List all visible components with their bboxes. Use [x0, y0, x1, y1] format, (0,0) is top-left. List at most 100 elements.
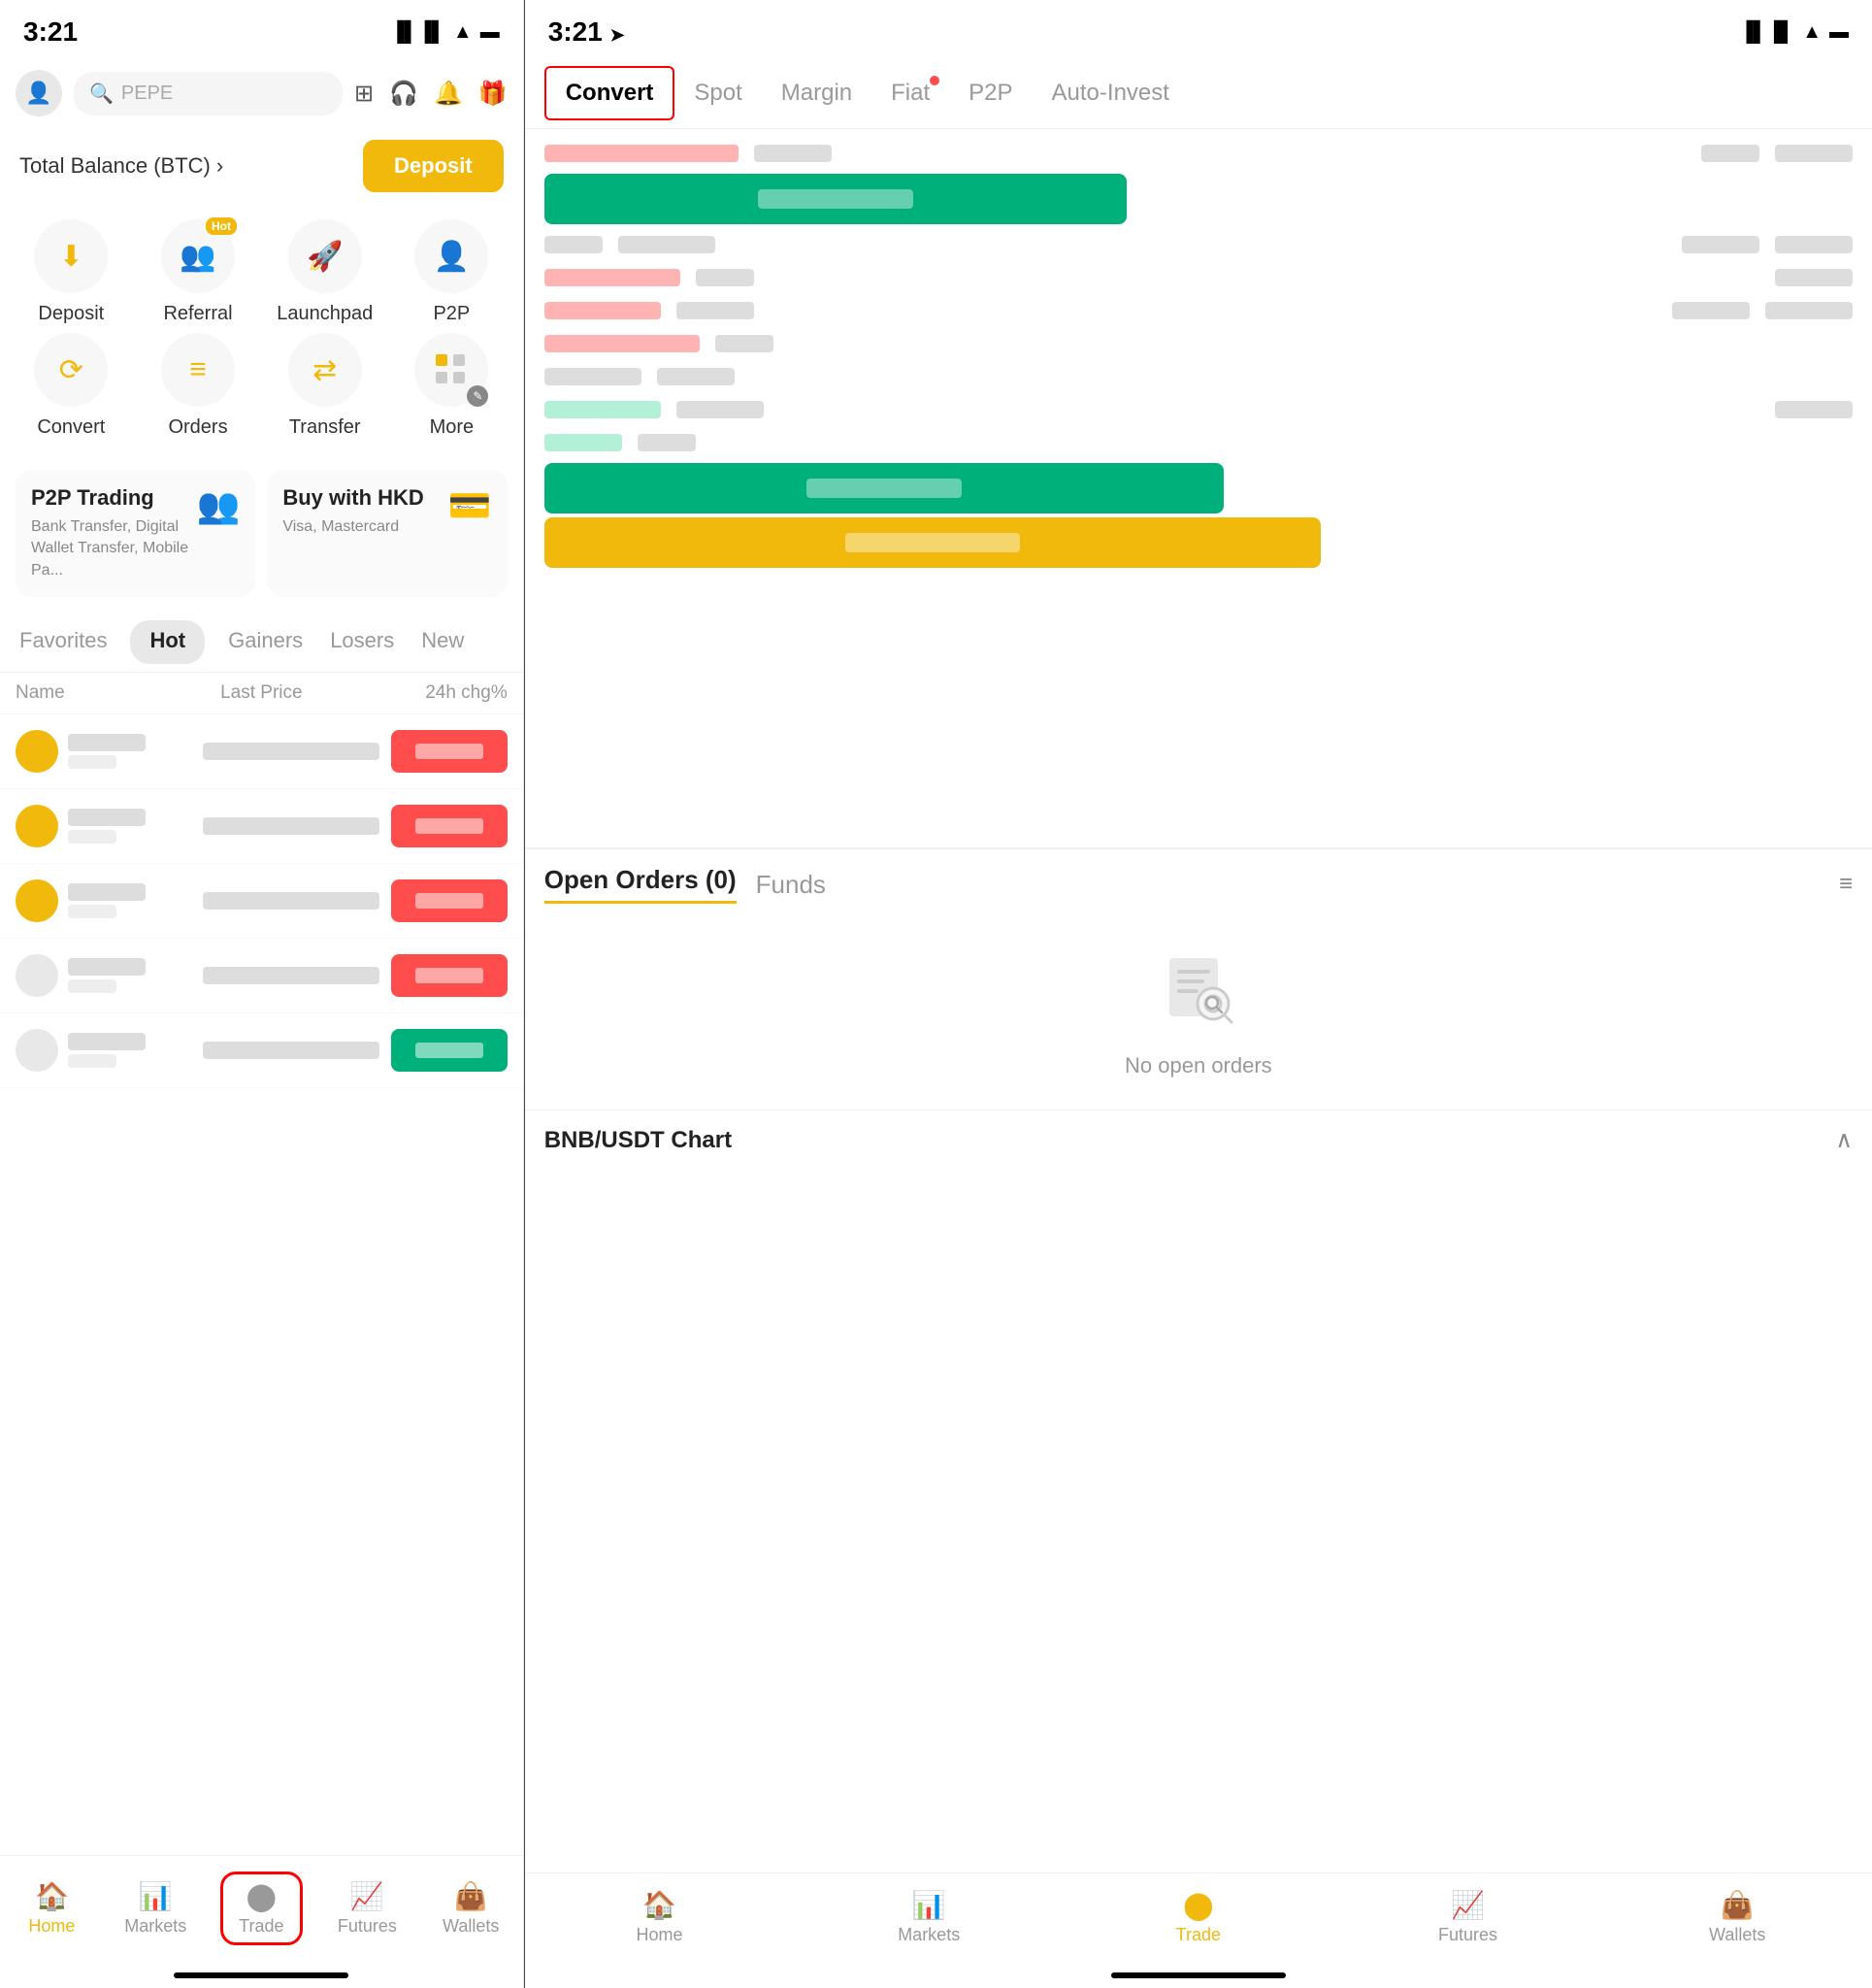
- left-panel: 3:21 ▐▌▐▌ ▲ ▬ 👤 🔍 PEPE ⊞ 🎧 🔔 🎁 Total Bal…: [0, 0, 524, 1988]
- open-orders-section: Open Orders (0) Funds ≡: [525, 847, 1872, 919]
- p2p-banner[interactable]: P2P Trading Bank Transfer, Digital Walle…: [16, 470, 255, 597]
- tab-convert[interactable]: Convert: [544, 66, 675, 120]
- chevron-up-icon: ∧: [1835, 1126, 1853, 1154]
- ob-row: [525, 393, 1872, 426]
- bell-icon[interactable]: 🔔: [434, 80, 463, 108]
- coin-name-blur: [68, 1033, 146, 1050]
- price-blur: [203, 817, 378, 835]
- tab-gainers[interactable]: Gainers: [224, 620, 307, 664]
- nav-trade[interactable]: ⬤ Trade: [220, 1872, 302, 1945]
- trade-tabs: Convert Spot Margin Fiat P2P Auto-Invest: [525, 58, 1872, 129]
- action-label-convert: Convert: [37, 416, 105, 439]
- nav-trade-right[interactable]: ⬤ Trade: [1160, 1889, 1237, 1945]
- nav-home-right[interactable]: 🏠 Home: [621, 1889, 699, 1945]
- action-label-more: More: [430, 416, 475, 439]
- avatar[interactable]: 👤: [16, 70, 62, 116]
- open-orders-tab[interactable]: Open Orders (0): [544, 865, 737, 904]
- table-row[interactable]: [0, 864, 523, 939]
- gift-icon[interactable]: 🎁: [478, 80, 508, 108]
- signal-icon-right: ▐▌▐▌: [1740, 21, 1795, 44]
- table-row[interactable]: [0, 714, 523, 789]
- orders-icon: ≡: [189, 353, 207, 386]
- deposit-button[interactable]: Deposit: [363, 140, 504, 192]
- action-transfer[interactable]: ⇄ Transfer: [265, 333, 384, 439]
- tab-auto-invest[interactable]: Auto-Invest: [1033, 68, 1189, 118]
- action-icon-convert: ⟳: [34, 333, 108, 407]
- grid-icon[interactable]: ⊞: [354, 80, 374, 108]
- action-more[interactable]: ✎ More: [392, 333, 511, 439]
- tab-fiat[interactable]: Fiat: [871, 68, 949, 118]
- price-blur: [203, 1042, 378, 1059]
- nav-markets-right[interactable]: 📊 Markets: [890, 1889, 968, 1945]
- ob-row: [525, 261, 1872, 294]
- trade-icon: ⬤: [246, 1880, 277, 1912]
- action-icon-more: ✎: [414, 333, 488, 407]
- transfer-icon: ⇄: [312, 353, 337, 387]
- nav-markets[interactable]: 📊 Markets: [116, 1880, 194, 1937]
- yellow-bar: [544, 517, 1321, 568]
- tab-losers[interactable]: Losers: [326, 620, 398, 664]
- coin-name-blur: [68, 734, 146, 751]
- funds-tab[interactable]: Funds: [756, 870, 826, 900]
- nav-home-label-right: Home: [637, 1925, 683, 1945]
- action-launchpad[interactable]: 🚀 Launchpad: [265, 219, 384, 325]
- top-icons: ⊞ 🎧 🔔 🎁: [354, 80, 508, 108]
- search-row: 👤 🔍 PEPE ⊞ 🎧 🔔 🎁: [0, 58, 523, 128]
- nav-futures-right[interactable]: 📈 Futures: [1429, 1889, 1507, 1945]
- nav-home[interactable]: 🏠 Home: [13, 1880, 90, 1937]
- col-change: 24h chg%: [344, 682, 508, 704]
- ob-row: [525, 327, 1872, 360]
- change-badge-positive: [391, 1029, 508, 1072]
- headset-icon[interactable]: 🎧: [389, 80, 418, 108]
- status-bar-left: 3:21 ▐▌▐▌ ▲ ▬: [0, 0, 523, 58]
- tab-new[interactable]: New: [417, 620, 468, 664]
- market-table-header: Name Last Price 24h chg%: [0, 673, 523, 714]
- home-icon-right: 🏠: [642, 1889, 676, 1921]
- table-row[interactable]: [0, 939, 523, 1013]
- p2p-banner-text: P2P Trading Bank Transfer, Digital Walle…: [31, 485, 197, 581]
- coin-icon: [16, 805, 58, 847]
- tab-favorites[interactable]: Favorites: [16, 620, 111, 664]
- change-badge-negative: [391, 954, 508, 997]
- nav-trade-label: Trade: [239, 1916, 283, 1937]
- hkd-banner[interactable]: Buy with HKD Visa, Mastercard 💳: [267, 470, 507, 597]
- ob-row: [525, 426, 1872, 459]
- action-referral[interactable]: 👥 Hot Referral: [139, 219, 258, 325]
- p2p-banner-subtitle: Bank Transfer, Digital Wallet Transfer, …: [31, 516, 197, 581]
- tab-p2p[interactable]: P2P: [949, 68, 1032, 118]
- bottom-nav-right: 🏠 Home 📊 Markets ⬤ Trade 📈 Futures 👜 Wal…: [525, 1872, 1872, 1972]
- action-icon-referral: 👥 Hot: [161, 219, 235, 293]
- green-buy-bar-2: [544, 463, 1224, 514]
- tab-hot[interactable]: Hot: [130, 620, 205, 664]
- search-input[interactable]: PEPE: [121, 83, 173, 105]
- table-row[interactable]: [0, 789, 523, 864]
- orders-list-icon[interactable]: ≡: [1839, 871, 1853, 898]
- action-p2p[interactable]: 👤 P2P: [392, 219, 511, 325]
- coin-sub-blur: [68, 905, 116, 918]
- coin-info: [16, 954, 191, 997]
- futures-icon: 📈: [350, 1880, 384, 1912]
- chart-section[interactable]: BNB/USDT Chart ∧: [525, 1110, 1872, 1170]
- ob-row: [525, 294, 1872, 327]
- table-row[interactable]: [0, 1013, 523, 1088]
- coin-icon: [16, 1029, 58, 1072]
- action-icon-transfer: ⇄: [288, 333, 362, 407]
- status-icons-right: ▐▌▐▌ ▲ ▬: [1740, 21, 1849, 44]
- open-orders-header: Open Orders (0) Funds ≡: [544, 865, 1853, 904]
- action-deposit[interactable]: ⬇ Deposit: [12, 219, 131, 325]
- action-orders[interactable]: ≡ Orders: [139, 333, 258, 439]
- bottom-nav-left: 🏠 Home 📊 Markets ⬤ Trade 📈 Futures 👜 Wal…: [0, 1855, 523, 1972]
- home-icon: 🏠: [35, 1880, 69, 1912]
- coin-info: [16, 805, 191, 847]
- nav-futures[interactable]: 📈 Futures: [328, 1880, 406, 1937]
- green-buy-bar: [544, 174, 1127, 224]
- futures-icon-right: 📈: [1451, 1889, 1485, 1921]
- p2p-icon: 👤: [434, 240, 470, 274]
- action-convert[interactable]: ⟳ Convert: [12, 333, 131, 439]
- nav-wallets[interactable]: 👜 Wallets: [432, 1880, 509, 1937]
- tab-spot[interactable]: Spot: [674, 68, 761, 118]
- nav-wallets-right[interactable]: 👜 Wallets: [1698, 1889, 1776, 1945]
- tab-margin[interactable]: Margin: [762, 68, 871, 118]
- search-box[interactable]: 🔍 PEPE: [74, 72, 343, 116]
- change-badge-negative: [391, 730, 508, 773]
